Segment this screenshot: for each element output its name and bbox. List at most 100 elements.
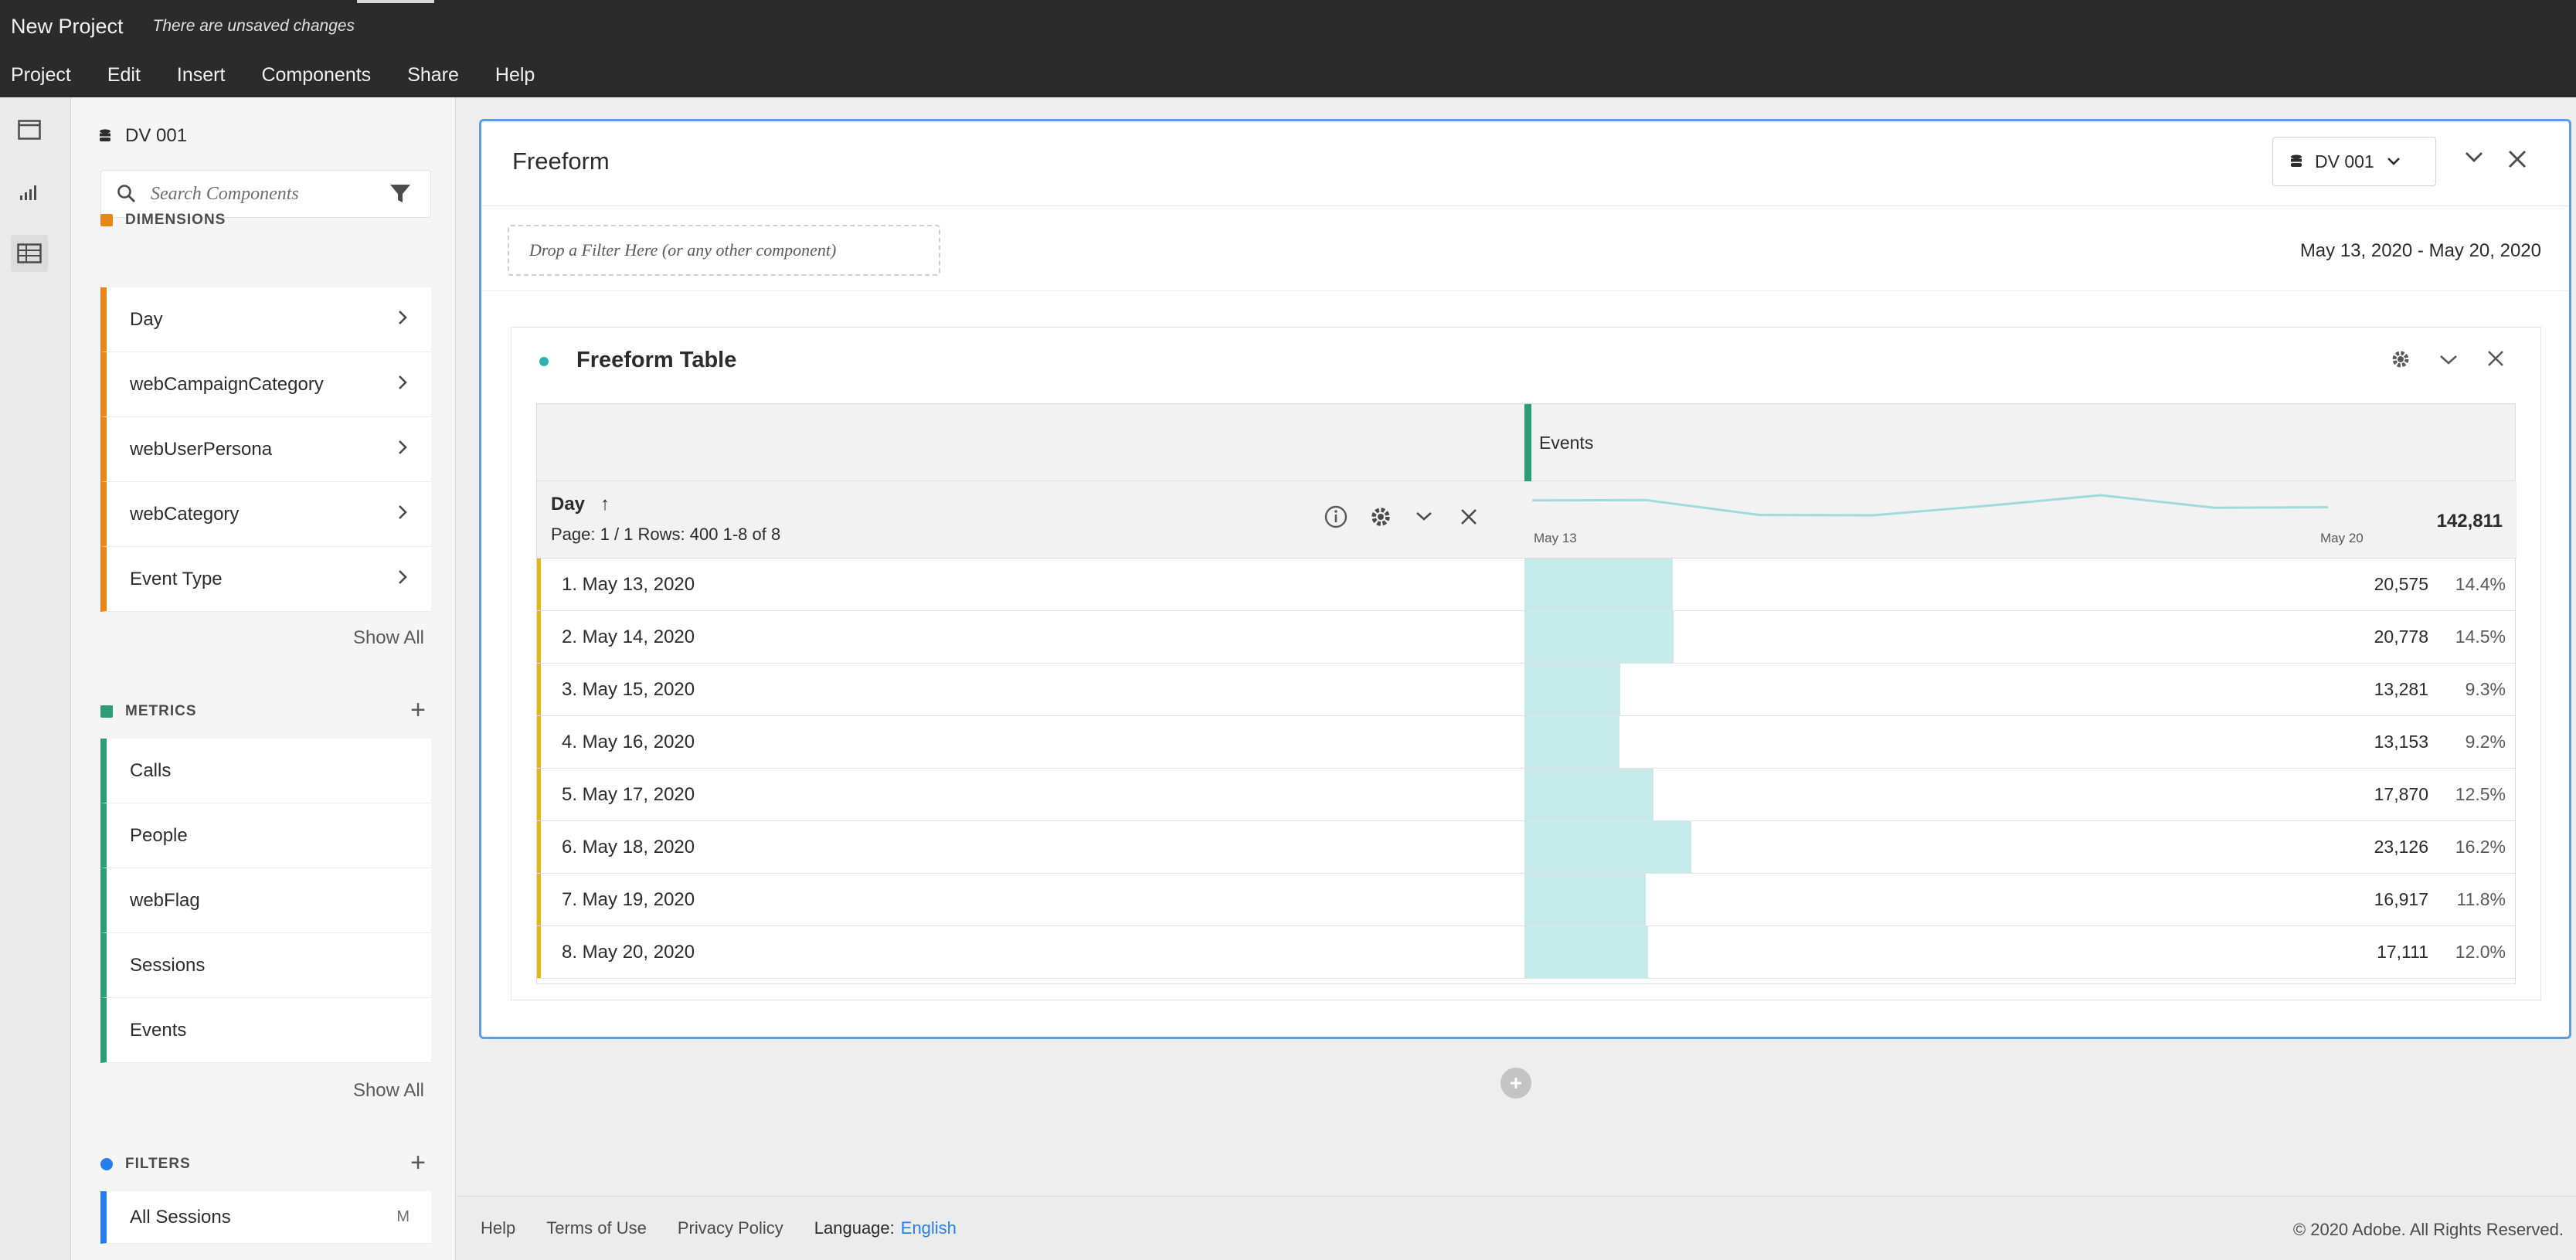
project-title[interactable]: New Project [11,15,124,39]
filters-heading-label: FILTERS [125,1156,191,1172]
table-row[interactable]: 8. May 20, 2020 17,111 12.0% [537,926,2515,979]
dimension-label: webUserPersona [130,438,273,460]
close-icon[interactable] [1460,508,1478,526]
footer-privacy-link[interactable]: Privacy Policy [678,1218,783,1238]
gear-icon[interactable] [2389,348,2412,371]
chevron-right-icon[interactable] [397,309,408,326]
menu-insert[interactable]: Insert [177,64,226,87]
dimensions-heading: DIMENSIONS [100,212,226,229]
chevron-right-icon[interactable] [397,504,408,521]
metrics-show-all[interactable]: Show All [353,1080,424,1102]
menu-edit[interactable]: Edit [107,64,141,87]
filter-item[interactable]: All Sessions M [100,1191,431,1244]
dimension-item[interactable]: webUserPersona [100,417,431,482]
menu-share[interactable]: Share [407,64,459,87]
menu-project[interactable]: Project [11,64,71,87]
gear-icon[interactable] [1368,504,1393,529]
table-row[interactable]: 5. May 17, 2020 17,870 12.5% [537,769,2515,821]
title-bar: New Project There are unsaved changes [0,0,2576,53]
dimension-column-header[interactable]: Day ↑ Page: 1 / 1 Rows: 400 1-8 of 8 [537,481,1524,559]
menu-components[interactable]: Components [261,64,371,87]
freeform-panel[interactable]: Freeform DV 001 Drop a Filter Here (or a… [479,119,2571,1039]
add-metric-icon[interactable]: + [410,697,426,723]
metric-item[interactable]: Calls [100,739,431,803]
sparkline [1531,494,2329,517]
dimension-column-label: Day [551,494,586,515]
row-label: 8. May 20, 2020 [562,942,695,963]
row-value-bar [1524,769,1653,820]
footer-help-link[interactable]: Help [481,1218,515,1238]
info-icon[interactable] [1324,504,1348,529]
row-label: 7. May 19, 2020 [562,889,695,910]
close-icon[interactable] [2486,349,2505,368]
table-row[interactable]: 6. May 18, 2020 23,126 16.2% [537,821,2515,874]
metric-item[interactable]: Events [100,998,431,1063]
chevron-down-icon[interactable] [2438,354,2459,366]
filters-heading: FILTERS [100,1156,191,1173]
table-row[interactable]: 3. May 15, 2020 13,281 9.3% [537,664,2515,716]
metric-column-header[interactable]: Events [1524,404,2517,481]
panel-icon[interactable] [11,111,48,148]
table-row[interactable]: 2. May 14, 2020 20,778 14.5% [537,611,2515,664]
sparkline-start-label: May 13 [1534,531,1577,545]
filter-funnel-icon[interactable] [389,182,412,209]
table-row[interactable]: 7. May 19, 2020 16,917 11.8% [537,874,2515,926]
sparkline-end-label: May 20 [2320,531,2364,545]
date-range-picker[interactable]: May 13, 2020 - May 20, 2020 [2300,240,2541,262]
visualization-icon[interactable] [11,173,48,210]
collapse-panel-icon[interactable] [2464,151,2484,165]
component-search[interactable] [100,170,431,218]
row-value-bar [1524,611,1674,663]
row-marker [537,559,541,610]
row-value: 13,281 [2374,679,2428,699]
row-percent: 12.0% [2455,942,2506,962]
table-row[interactable]: 1. May 13, 2020 20,575 14.4% [537,559,2515,611]
search-input[interactable] [151,183,382,205]
row-percent: 11.8% [2456,889,2506,909]
metric-item[interactable]: Sessions [100,933,431,998]
freeform-table-visualization: Freeform Table Events Day ↑ Page: 1 / 1 R… [511,327,2541,1000]
components-panel: DV 001 DIMENSIONS Day webCampaignCategor… [71,97,456,1260]
dimension-item[interactable]: Event Type [100,547,431,612]
data-view-dropdown[interactable]: DV 001 [2272,137,2436,186]
chevron-right-icon[interactable] [397,569,408,586]
dimension-item[interactable]: Day [100,287,431,352]
sort-ascending-icon[interactable]: ↑ [600,494,610,515]
panel-title[interactable]: Freeform [512,148,610,175]
chevron-right-icon[interactable] [397,374,408,391]
table-body: 1. May 13, 2020 20,575 14.4% 2. May 14, 202… [537,559,2515,979]
table-row[interactable]: 4. May 16, 2020 13,153 9.2% [537,716,2515,769]
language-link[interactable]: English [901,1218,957,1238]
menu-help[interactable]: Help [495,64,535,87]
metric-item[interactable]: People [100,803,431,868]
dimension-label: Event Type [130,568,223,589]
metric-label: People [130,824,188,846]
close-panel-icon[interactable] [2507,149,2527,169]
metric-total: 142,811 [2436,511,2503,532]
chevron-right-icon[interactable] [397,439,408,456]
dimension-item[interactable]: webCampaignCategory [100,352,431,417]
add-filter-icon[interactable]: + [410,1150,426,1176]
dimension-item[interactable]: webCategory [100,482,431,547]
metric-item[interactable]: webFlag [100,868,431,933]
metric-label: webFlag [130,889,200,911]
dimensions-show-all[interactable]: Show All [353,627,424,649]
dimension-label: webCampaignCategory [130,373,324,395]
search-icon [117,185,135,202]
row-value: 17,111 [2377,942,2428,962]
components-icon[interactable] [11,235,48,272]
row-marker [537,926,541,978]
row-value: 20,575 [2374,574,2428,594]
visualization-title[interactable]: Freeform Table [576,348,736,373]
filter-label: All Sessions [130,1206,231,1228]
filter-drop-zone[interactable]: Drop a Filter Here (or any other compone… [508,225,940,276]
language-label: Language: [814,1218,895,1238]
row-label: 2. May 14, 2020 [562,627,695,647]
add-panel-icon[interactable] [1500,1068,1531,1099]
footer-terms-link[interactable]: Terms of Use [546,1218,647,1238]
data-view-selector[interactable]: DV 001 [99,125,187,147]
chevron-down-icon[interactable] [1415,511,1433,523]
metrics-heading: METRICS [100,703,197,720]
row-marker [537,664,541,715]
filters-icon [100,1158,113,1170]
